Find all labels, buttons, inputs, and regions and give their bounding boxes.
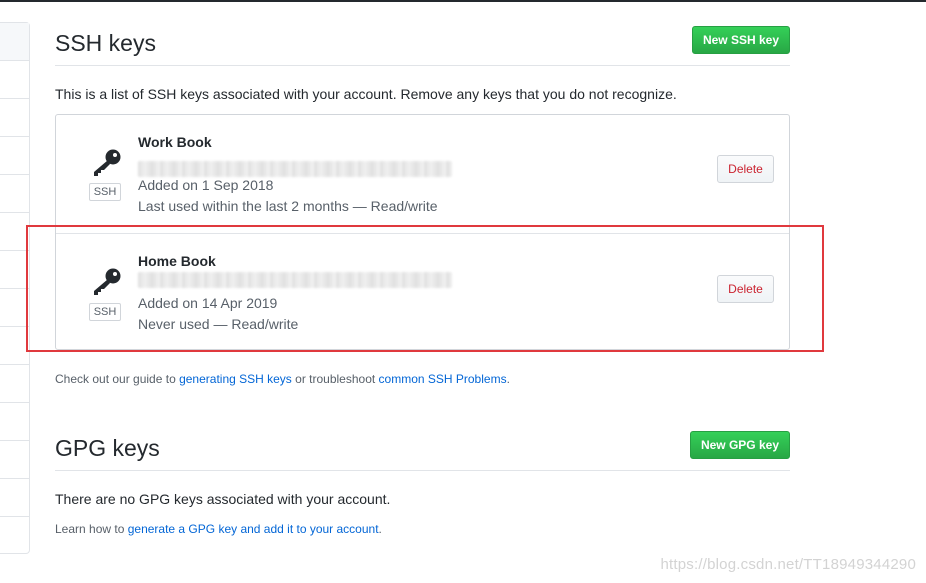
sidebar-item[interactable] [0,61,29,99]
gpg-empty-text: There are no GPG keys associated with yo… [55,491,391,507]
common-ssh-problems-link[interactable]: common SSH Problems [379,372,507,386]
sidebar-item[interactable] [0,23,29,61]
key-title: Work Book [138,134,212,150]
generating-ssh-keys-link[interactable]: generating SSH keys [179,372,292,386]
sidebar-item[interactable] [0,213,29,251]
watermark: https://blog.csdn.net/TT18949344290 [660,556,916,573]
gpg-keys-header: GPG keys New GPG key [55,427,790,471]
new-ssh-key-button[interactable]: New SSH key [691,26,790,54]
sidebar-item[interactable] [0,175,29,213]
ssh-help-middle: or troubleshoot [291,372,379,386]
generate-gpg-key-link[interactable]: generate a GPG key and add it to your ac… [128,522,379,536]
new-gpg-key-button[interactable]: New GPG key [689,431,790,459]
highlight-annotation [26,225,824,352]
ssh-badge: SSH [89,183,121,201]
sidebar-item[interactable] [0,479,29,517]
sidebar-item[interactable] [0,441,29,479]
sidebar-item[interactable] [0,99,29,137]
delete-key-button[interactable]: Delete [717,155,774,183]
ssh-keys-header: SSH keys New SSH key [55,22,790,66]
sidebar-item[interactable] [0,403,29,441]
key-icon [94,149,121,176]
sidebar-item[interactable] [0,289,29,327]
sidebar-item[interactable] [0,137,29,175]
sidebar-item[interactable] [0,365,29,403]
ssh-help-text: Check out our guide to generating SSH ke… [55,372,510,386]
ssh-keys-title: SSH keys [55,30,156,56]
key-added-date: Added on 1 Sep 2018 [138,177,274,193]
key-fingerprint-redacted [138,161,452,177]
key-usage: Last used within the last 2 months — Rea… [138,198,438,214]
sidebar-item[interactable] [0,251,29,289]
sidebar-item[interactable] [0,327,29,365]
ssh-help-prefix: Check out our guide to [55,372,180,386]
ssh-help-suffix: . [506,372,510,386]
top-border [0,0,926,2]
ssh-keys-intro: This is a list of SSH keys associated wi… [55,86,677,102]
gpg-help-prefix: Learn how to [55,522,128,536]
gpg-keys-title: GPG keys [55,435,160,461]
gpg-help-text: Learn how to generate a GPG key and add … [55,522,382,536]
gpg-help-suffix: . [378,522,382,536]
ssh-key-item: SSH Work Book Added on 1 Sep 2018 Last u… [56,115,789,233]
